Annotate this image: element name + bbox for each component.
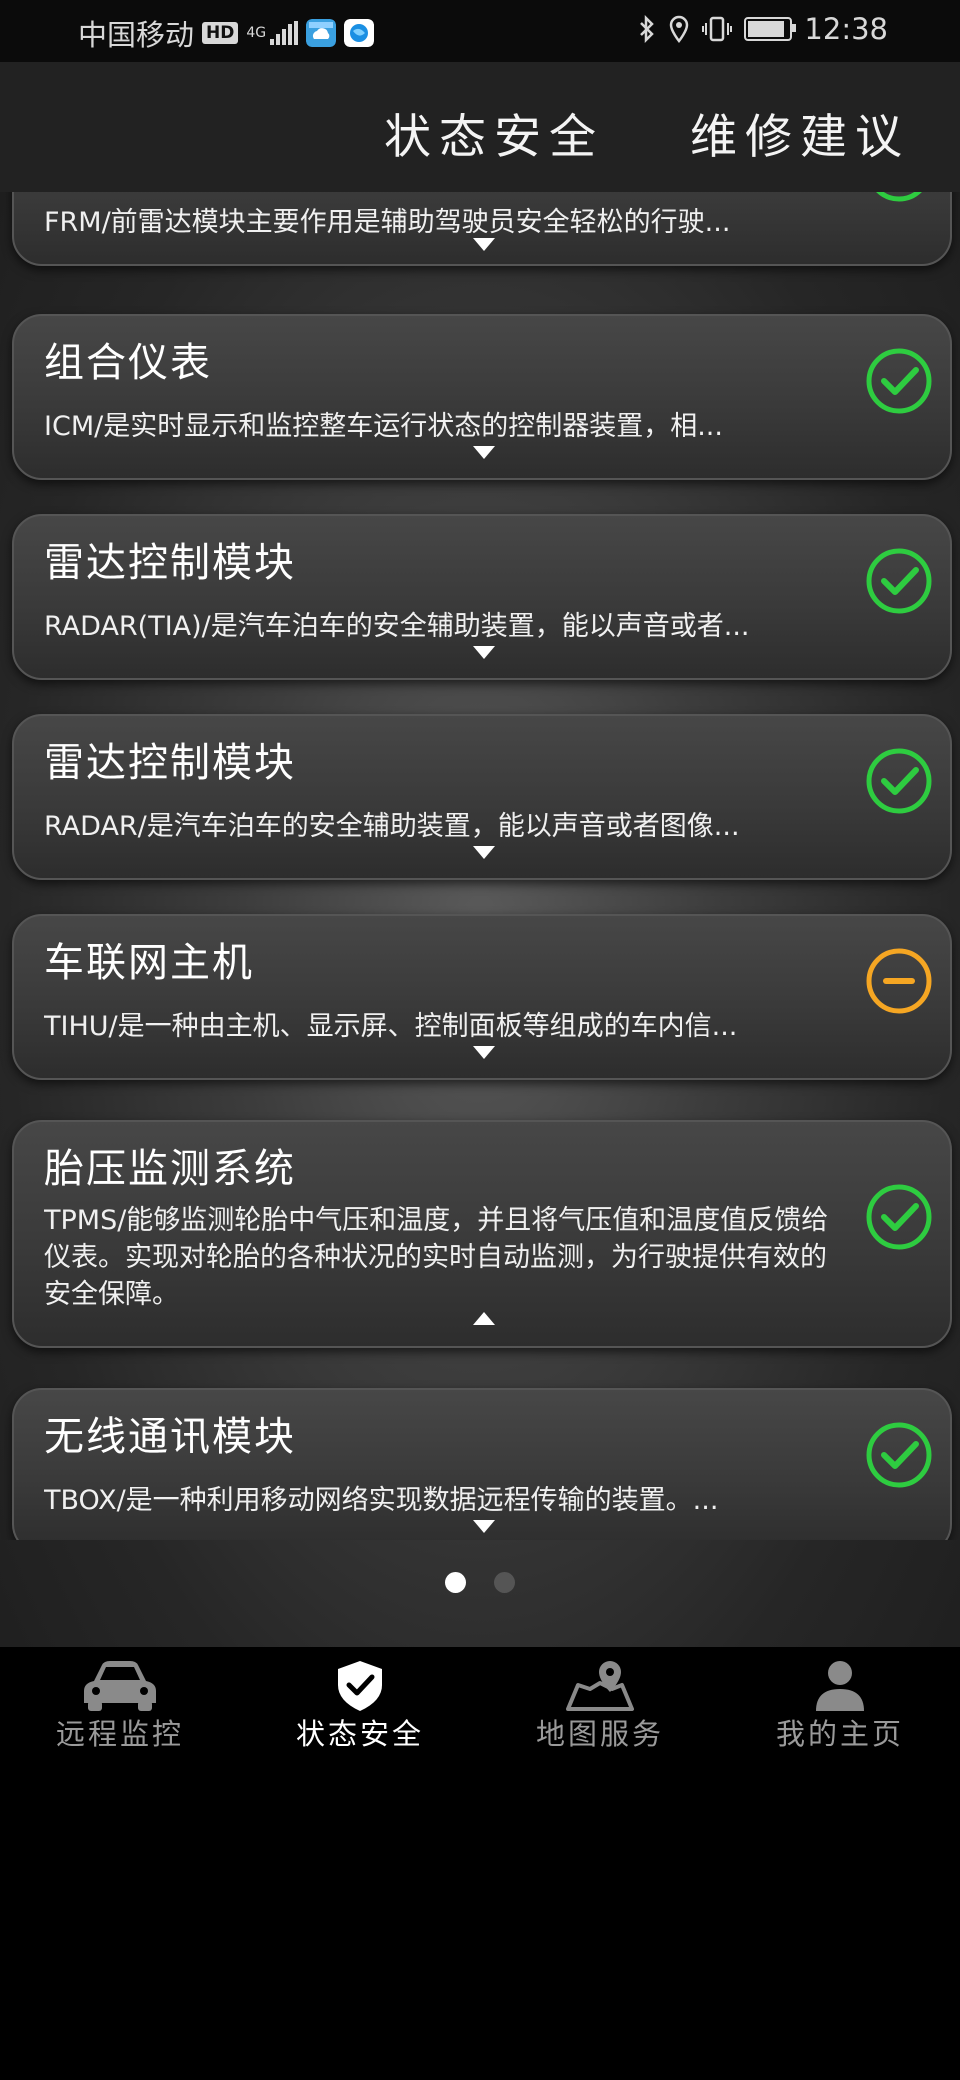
module-card[interactable]: 胎压监测系统 TPMS/能够监测轮胎中气压和温度，并且将气压值和温度值反馈给仪表…	[12, 1120, 952, 1348]
bluetooth-icon	[640, 15, 655, 43]
status-bar: 中国移动 HD 4G 12:38	[0, 0, 960, 62]
ok-check-icon	[876, 192, 922, 202]
module-desc: TIHU/是一种由主机、显示屏、控制面板等组成的车内信...	[44, 1011, 738, 1042]
nav-map-service[interactable]: 地图服务	[480, 1647, 720, 1770]
module-card[interactable]: 组合仪表 ICM/是实时显示和监控整车运行状态的控制器装置，相...	[12, 314, 952, 480]
page-dot[interactable]	[494, 1572, 515, 1593]
module-desc: TBOX/是一种利用移动网络实现数据远程传输的装置。...	[44, 1485, 719, 1516]
module-desc: RADAR(TIA)/是汽车泊车的安全辅助装置，能以声音或者...	[44, 611, 750, 642]
map-pin-icon	[566, 1661, 634, 1711]
module-desc: FRM/前雷达模块主要作用是辅助驾驶员安全轻松的行驶...	[44, 207, 731, 238]
warning-minus-icon	[866, 948, 932, 1014]
module-card[interactable]: 无线通讯模块 TBOX/是一种利用移动网络实现数据远程传输的装置。...	[12, 1388, 952, 1540]
collapse-arrow-icon[interactable]	[473, 1312, 495, 1325]
bottom-blank-area	[0, 1770, 960, 2080]
module-title: 胎压监测系统	[44, 1146, 296, 1192]
expand-arrow-icon[interactable]	[473, 1520, 495, 1533]
module-desc: TPMS/能够监测轮胎中气压和温度，并且将气压值和温度值反馈给仪表。实现对轮胎的…	[44, 1205, 829, 1310]
expand-arrow-icon[interactable]	[473, 446, 495, 459]
ok-check-icon	[866, 348, 932, 414]
module-title: 雷达控制模块	[44, 540, 296, 586]
signal-icon	[270, 21, 299, 45]
main-content: 状态安全 维修建议 FRM/前雷达模块主要作用是辅助驾驶员安全轻松的行驶... …	[0, 62, 960, 1647]
ok-check-icon	[866, 548, 932, 614]
nav-label: 地图服务	[535, 1717, 664, 1751]
page-indicator	[0, 1572, 960, 1593]
module-title: 组合仪表	[44, 340, 212, 386]
vibrate-icon	[702, 16, 733, 42]
expand-arrow-icon[interactable]	[473, 238, 495, 251]
nav-label: 状态安全	[295, 1717, 424, 1751]
shield-check-icon	[338, 1661, 382, 1711]
page-dot-active[interactable]	[445, 1572, 466, 1593]
ok-check-icon	[866, 1184, 932, 1250]
browser-app-icon	[344, 19, 375, 47]
nav-my-home[interactable]: 我的主页	[720, 1647, 960, 1770]
status-bar-left: 中国移动 HD 4G	[78, 12, 375, 54]
nav-label: 远程监控	[55, 1717, 184, 1751]
module-desc: ICM/是实时显示和监控整车运行状态的控制器装置，相...	[44, 411, 723, 442]
module-title: 车联网主机	[44, 940, 254, 986]
module-title: 雷达控制模块	[44, 740, 296, 786]
module-list[interactable]: FRM/前雷达模块主要作用是辅助驾驶员安全轻松的行驶... 组合仪表 ICM/是…	[0, 192, 960, 1540]
nav-status-safety[interactable]: 状态安全	[240, 1647, 480, 1770]
person-icon	[816, 1661, 864, 1711]
cloud-app-icon	[306, 19, 337, 47]
status-bar-right: 12:38	[638, 12, 888, 46]
network-type: 4G	[246, 25, 267, 41]
clock: 12:38	[804, 12, 888, 46]
top-tabs: 状态安全 维修建议	[0, 62, 960, 192]
nav-label: 我的主页	[775, 1717, 904, 1751]
expand-arrow-icon[interactable]	[473, 846, 495, 859]
nav-remote-monitor[interactable]: 远程监控	[0, 1647, 240, 1770]
bottom-navigation: 远程监控 状态安全 地图服务 我的主页	[0, 1647, 960, 1770]
module-title: 无线通讯模块	[44, 1414, 296, 1460]
module-desc: RADAR/是汽车泊车的安全辅助装置，能以声音或者图像...	[44, 811, 740, 842]
carrier-label: 中国移动	[78, 18, 195, 52]
car-icon	[84, 1661, 156, 1711]
tab-status-safety[interactable]: 状态安全	[384, 98, 604, 167]
hd-badge: HD	[202, 22, 239, 44]
battery-icon	[744, 17, 797, 41]
expand-arrow-icon[interactable]	[473, 646, 495, 659]
tab-repair-advice[interactable]: 维修建议	[690, 98, 910, 167]
ok-check-icon	[866, 1422, 932, 1488]
ok-check-icon	[866, 748, 932, 814]
module-card[interactable]: 雷达控制模块 RADAR(TIA)/是汽车泊车的安全辅助装置，能以声音或者...	[12, 514, 952, 680]
module-card[interactable]: 车联网主机 TIHU/是一种由主机、显示屏、控制面板等组成的车内信...	[12, 914, 952, 1080]
module-card[interactable]: FRM/前雷达模块主要作用是辅助驾驶员安全轻松的行驶...	[12, 192, 952, 266]
expand-arrow-icon[interactable]	[473, 1046, 495, 1059]
module-card[interactable]: 雷达控制模块 RADAR/是汽车泊车的安全辅助装置，能以声音或者图像...	[12, 714, 952, 880]
location-icon	[670, 15, 689, 43]
